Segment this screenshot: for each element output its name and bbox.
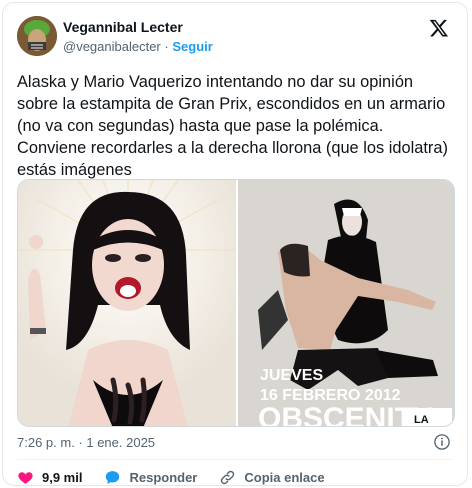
caption-line-1: JUEVES [260, 367, 323, 384]
separator: · [164, 39, 169, 54]
link-icon [221, 470, 235, 484]
media-image-left[interactable] [18, 180, 236, 426]
display-name[interactable]: Vegannibal Lecter [63, 18, 213, 36]
tweet-timestamp[interactable]: 7:26 p. m. · 1 ene. 2025 [17, 435, 155, 450]
like-button[interactable]: 9,9 mil [17, 469, 82, 486]
divider [17, 459, 453, 460]
handle[interactable]: @veganibalecter [63, 39, 161, 54]
avatar[interactable] [17, 16, 57, 56]
tweet-text: Alaska y Mario Vaquerizo intentando no d… [17, 73, 448, 179]
copy-link-button[interactable]: Copia enlace [219, 469, 325, 486]
heart-icon [18, 471, 33, 484]
speech-bubble-icon [106, 470, 120, 484]
like-count: 9,9 mil [42, 469, 83, 485]
caption-tag: LA [414, 414, 429, 426]
action-bar: 9,9 mil Responder Copia enlace [17, 467, 325, 486]
reply-button[interactable]: Responder [104, 469, 197, 486]
tweet-card: Vegannibal Lecter @veganibalecter · Segu… [2, 2, 468, 486]
author-names: Vegannibal Lecter @veganibalecter · Segu… [63, 18, 213, 56]
copy-label: Copia enlace [244, 469, 325, 485]
media-image-right[interactable]: JUEVES 16 FEBRERO 2012 OBSCENITY LA [238, 180, 454, 426]
info-icon[interactable] [433, 433, 451, 451]
tweet-media[interactable]: JUEVES 16 FEBRERO 2012 OBSCENITY LA [17, 179, 455, 427]
tweet-header: Vegannibal Lecter @veganibalecter · Segu… [17, 16, 453, 60]
x-logo-icon[interactable] [429, 18, 449, 38]
reply-label: Responder [129, 469, 198, 485]
handle-row: @veganibalecter · Seguir [63, 38, 213, 56]
follow-button[interactable]: Seguir [172, 39, 212, 54]
